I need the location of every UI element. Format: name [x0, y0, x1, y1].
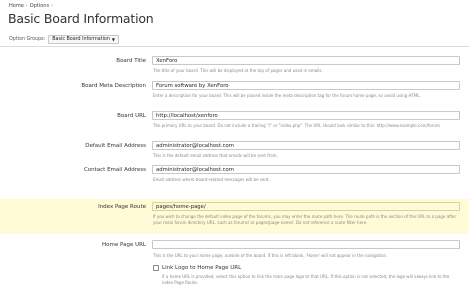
breadcrumb: Home › Options ›: [9, 3, 55, 9]
index-page-route-input[interactable]: pages/home-page/: [152, 202, 460, 211]
contact-email-label: Contact Email Address: [83, 167, 146, 173]
default-email-label: Default Email Address: [85, 143, 146, 149]
board-url-label: Board URL: [117, 113, 146, 119]
contact-email-input[interactable]: administrator@localhost.com: [152, 165, 460, 174]
breadcrumb-separator-icon: ›: [51, 3, 54, 9]
option-groups-label: Option Groups:: [9, 37, 46, 42]
link-logo-checkbox[interactable]: [153, 265, 159, 271]
link-logo-hint: If a home URL is provided, select this o…: [162, 274, 450, 285]
option-groups: Option Groups: Basic Board Information ▼: [9, 35, 119, 44]
breadcrumb-home[interactable]: Home: [9, 3, 24, 9]
index-page-route-hint: If you wish to change the default index …: [153, 214, 457, 225]
breadcrumb-separator-icon: ›: [25, 3, 28, 9]
default-email-hint: This is the default email address that e…: [153, 153, 278, 158]
index-page-route-label: Index Page Route: [98, 204, 146, 210]
board-title-hint: The title of your board. This will be di…: [153, 68, 323, 73]
breadcrumb-options[interactable]: Options: [30, 3, 49, 9]
home-page-url-input[interactable]: [152, 240, 460, 249]
board-url-input[interactable]: http://localhost/xenforo: [152, 111, 460, 120]
link-logo-checkbox-label[interactable]: Link Logo to Home Page URL: [162, 265, 241, 271]
chevron-down-icon: ▼: [111, 37, 115, 42]
board-url-hint: The primary URL to your board. Do not in…: [153, 123, 440, 128]
divider: [0, 46, 469, 47]
board-title-label: Board Title: [116, 58, 146, 64]
page-title: Basic Board Information: [8, 11, 154, 26]
option-groups-selected: Basic Board Information: [52, 37, 110, 42]
option-groups-select[interactable]: Basic Board Information ▼: [48, 35, 119, 44]
board-meta-description-input[interactable]: Forum software by XenForo: [152, 81, 460, 90]
board-meta-description-label: Board Meta Description: [81, 83, 146, 89]
board-meta-description-hint: Enter a description for your board. This…: [153, 93, 421, 98]
home-page-url-label: Home Page URL: [102, 242, 146, 248]
contact-email-hint: Email address where board-related messag…: [153, 177, 270, 182]
board-title-input[interactable]: XenForo: [152, 56, 460, 65]
home-page-url-hint: This is the URL to your home page, outsi…: [153, 253, 388, 258]
default-email-input[interactable]: administrator@localhost.com: [152, 141, 460, 150]
